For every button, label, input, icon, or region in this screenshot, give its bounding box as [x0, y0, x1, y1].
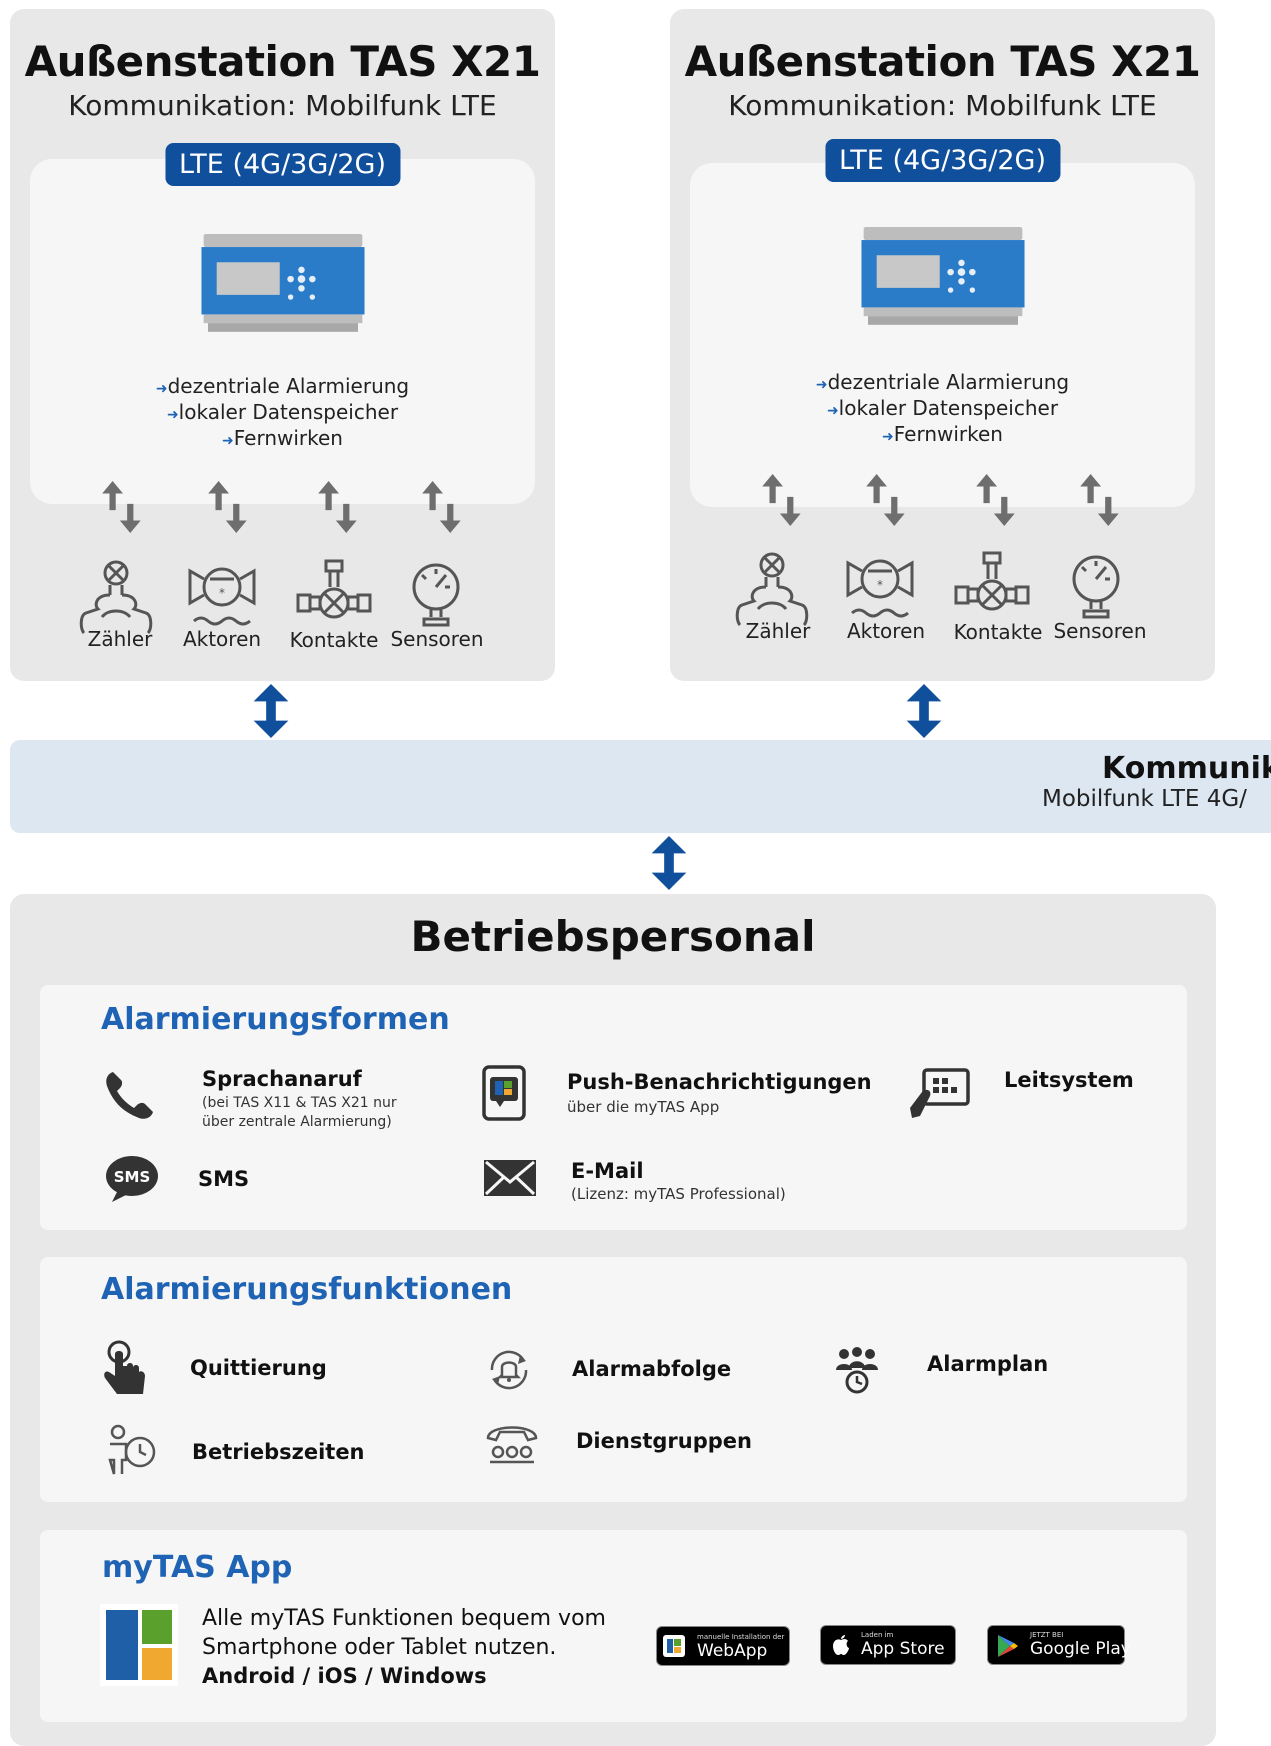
sms-icon: SMS [106, 1156, 158, 1202]
feature-item: ➜dezentriale Alarmierung [815, 370, 1070, 394]
station-title: Außenstation TAS X21 [684, 37, 1201, 86]
kommunikation-subtitle: Mobilfunk LTE 4G/ [1042, 786, 1247, 812]
bidirectional-arrow-icon [208, 481, 250, 533]
icon-label-sensoren: Sensoren [390, 627, 484, 651]
aktoren-icon [840, 549, 920, 629]
email-title: E-Mail [571, 1159, 644, 1183]
push-notification-icon [482, 1065, 526, 1121]
feature-item: ➜dezentriale Alarmierung [155, 374, 410, 398]
device-icon [200, 234, 366, 334]
mytas-app-title: myTAS App [102, 1550, 293, 1585]
sprachanruf-title: Sprachanaruf [202, 1067, 362, 1091]
bidirectional-arrow-icon [762, 474, 804, 526]
sms-title: SMS [198, 1167, 250, 1191]
station-subtitle: Kommunikation: Mobilfunk LTE [68, 89, 497, 122]
icon-label-zaehler: Zähler [87, 627, 153, 651]
station-subtitle: Kommunikation: Mobilfunk LTE [728, 89, 1157, 122]
betriebszeiten-label: Betriebszeiten [192, 1440, 365, 1464]
betriebszeiten-icon [108, 1424, 156, 1475]
webapp-badge-label: WebApp [697, 1641, 768, 1661]
google-play-badge-label: Google Play [1030, 1639, 1131, 1659]
alarmplan-icon [836, 1347, 878, 1394]
feature-item: ➜lokaler Datenspeicher [826, 396, 1059, 420]
lte-badge: LTE (4G/3G/2G) [824, 139, 1061, 182]
station-panel-2: Außenstation TAS X21 Kommunikation: Mobi… [670, 9, 1215, 681]
webapp-badge-small: manuelle Installation der [697, 1633, 785, 1641]
station-inner-box [690, 163, 1195, 507]
feature-item: ➜Fernwirken [222, 426, 343, 450]
station-title: Außenstation TAS X21 [24, 37, 541, 86]
alarmabfolge-icon [490, 1350, 528, 1390]
app-store-badge-small: Laden im [861, 1631, 894, 1639]
alarmabfolge-label: Alarmabfolge [572, 1357, 732, 1381]
feature-item: ➜lokaler Datenspeicher [166, 400, 399, 424]
google-play-icon [998, 1635, 1018, 1657]
sensoren-icon [396, 557, 476, 637]
apple-icon [833, 1635, 849, 1655]
icon-label-zaehler: Zähler [745, 619, 811, 643]
icon-label-aktoren: Aktoren [182, 627, 262, 651]
zaehler-icon [76, 557, 156, 637]
connection-arrow-icon [253, 684, 289, 738]
sprachanruf-note: über zentrale Alarmierung) [202, 1114, 392, 1130]
alarmplan-label: Alarmplan [927, 1352, 1049, 1376]
email-note: (Lizenz: myTAS Professional) [571, 1185, 786, 1203]
google-play-badge-small: JETZT BEI [1030, 1631, 1064, 1639]
mytas-logo-icon [100, 1604, 178, 1686]
bidirectional-arrow-icon [976, 474, 1018, 526]
mytas-app-description: Alle myTAS Funktionen bequem vom Smartph… [202, 1604, 606, 1691]
bidirectional-arrow-icon [318, 481, 360, 533]
quittierung-hand-icon [104, 1340, 145, 1394]
device-icon [860, 227, 1026, 327]
alarmierungsfunktionen-title: Alarmierungsfunktionen [101, 1272, 513, 1307]
leitsystem-icon [910, 1068, 970, 1118]
alarmierungsformen-title: Alarmierungsformen [101, 1002, 450, 1037]
bidirectional-arrow-icon [866, 474, 908, 526]
zaehler-icon [732, 549, 812, 629]
quittierung-label: Quittierung [190, 1356, 327, 1380]
mytas-app-platforms: Android / iOS / Windows [202, 1664, 487, 1688]
email-icon [484, 1160, 536, 1196]
icon-label-kontakte: Kontakte [953, 620, 1043, 644]
kontakte-icon [294, 557, 374, 637]
station-panel-1: Außenstation TAS X21 Kommunikation: Mobi… [10, 9, 555, 681]
connection-arrow-icon [906, 684, 942, 738]
webapp-logo-icon [663, 1635, 685, 1657]
icon-label-sensoren: Sensoren [1053, 619, 1147, 643]
feature-item: ➜Fernwirken [882, 422, 1003, 446]
mytas-app-line: Alle myTAS Funktionen bequem vom [202, 1606, 606, 1631]
kontakte-icon [952, 549, 1032, 629]
google-play-badge-button[interactable]: JETZT BEI Google Play [987, 1625, 1131, 1665]
connection-arrow-icon [651, 836, 687, 890]
sprachanruf-note: (bei TAS X11 & TAS X21 nur [202, 1095, 397, 1111]
dienstgruppen-label: Dienstgruppen [576, 1429, 752, 1453]
push-note: über die myTAS App [567, 1098, 720, 1116]
app-store-badge-button[interactable]: Laden im App Store [820, 1625, 956, 1665]
dienstgruppen-icon [486, 1426, 538, 1464]
icon-label-kontakte: Kontakte [289, 628, 379, 652]
bidirectional-arrow-icon [422, 481, 464, 533]
icon-label-aktoren: Aktoren [846, 619, 926, 643]
push-title: Push-Benachrichtigungen [567, 1070, 872, 1094]
app-store-badge-label: App Store [861, 1639, 945, 1659]
sms-icon-text: SMS [114, 1168, 151, 1186]
betriebspersonal-title: Betriebspersonal [410, 912, 816, 961]
phone-icon [106, 1072, 153, 1119]
mytas-app-line: Smartphone oder Tablet nutzen. [202, 1635, 557, 1660]
aktoren-icon [182, 557, 262, 637]
bidirectional-arrow-icon [1080, 474, 1122, 526]
bidirectional-arrow-icon [102, 481, 144, 533]
webapp-badge-button[interactable]: manuelle Installation der WebApp [656, 1626, 790, 1666]
leitsystem-title: Leitsystem [1004, 1068, 1134, 1092]
kommunikation-title: Kommunik [1102, 751, 1271, 786]
lte-badge: LTE (4G/3G/2G) [164, 143, 401, 186]
sensoren-icon [1056, 549, 1136, 629]
